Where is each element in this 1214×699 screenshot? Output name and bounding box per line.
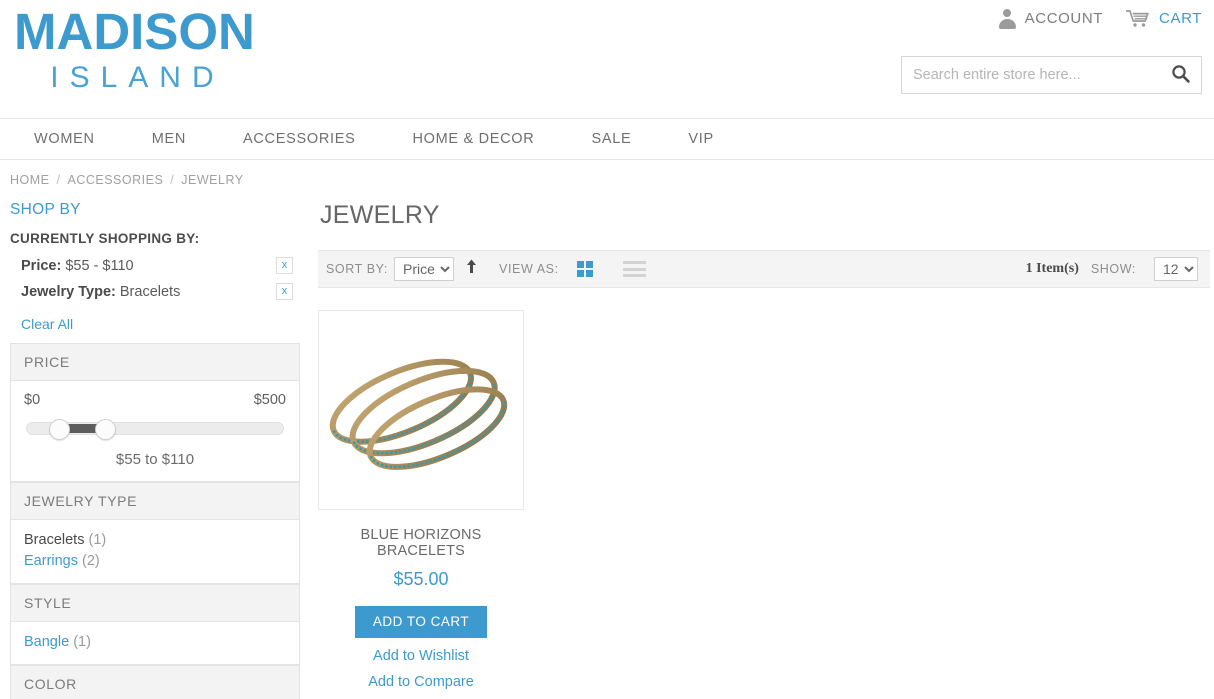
content-area: SHOP BY CURRENTLY SHOPPING BY: Price: $5… — [0, 187, 1214, 699]
arrow-up-icon — [466, 259, 477, 279]
active-filter-label: Jewelry Type: — [21, 283, 116, 300]
breadcrumb: HOME / ACCESSORIES / JEWELRY — [0, 160, 1214, 187]
filter-section-price-title: PRICE — [11, 344, 299, 381]
product-item: BLUE HORIZONS BRACELETS $55.00 ADD TO CA… — [318, 310, 524, 690]
search-icon — [1171, 64, 1190, 86]
filter-section-style-title: STYLE — [11, 585, 299, 622]
filter-section-style: STYLE Bangle (1) — [10, 584, 300, 665]
filter-option-link[interactable]: Earrings — [24, 553, 78, 569]
site-logo[interactable]: MADISON ISLAND — [14, 4, 255, 95]
nav-item-vip[interactable]: VIP — [688, 131, 713, 147]
filter-option-bracelets: Bracelets (1) — [24, 530, 286, 551]
account-link[interactable]: ACCOUNT — [998, 9, 1104, 29]
grid-view-icon[interactable] — [576, 261, 593, 277]
bracelets-illustration — [329, 358, 508, 470]
search-button[interactable] — [1159, 57, 1201, 93]
item-count: 1 Item(s) — [1025, 261, 1079, 276]
shopping-cart-icon — [1125, 9, 1151, 28]
active-filter-price: Price: $55 - $110 x — [10, 257, 300, 274]
filter-sidebar: SHOP BY CURRENTLY SHOPPING BY: Price: $5… — [0, 201, 300, 699]
breadcrumb-item-home[interactable]: HOME — [10, 173, 50, 187]
price-min-label: $0 — [24, 392, 41, 408]
product-name[interactable]: BLUE HORIZONS BRACELETS — [318, 527, 524, 559]
sort-by-label: SORT BY: — [326, 262, 389, 276]
cart-label: CART — [1159, 10, 1202, 27]
add-to-cart-button[interactable]: ADD TO CART — [354, 606, 488, 638]
price-selected-range-label: $55 to $110 — [115, 451, 195, 468]
logo-secondary-text: ISLAND — [50, 61, 225, 94]
currently-shopping-heading: CURRENTLY SHOPPING BY: — [10, 231, 200, 246]
nav-item-home-decor[interactable]: HOME & DECOR — [412, 131, 534, 147]
header-links: ACCOUNT CART — [998, 9, 1202, 29]
active-filter-text: Price: $55 - $110 — [21, 258, 134, 274]
list-view-icon[interactable] — [622, 261, 646, 277]
price-max-label: $500 — [253, 392, 286, 408]
site-header: MADISON ISLAND ACCOUNT CART — [0, 0, 1214, 118]
person-icon — [998, 9, 1017, 29]
cart-link[interactable]: CART — [1125, 9, 1202, 28]
sort-by-select[interactable]: Price — [394, 257, 455, 281]
product-listing: JEWELRY SORT BY: Price VIEW AS: 1 Item(s… — [300, 201, 1214, 699]
active-filter-label: Price: — [21, 257, 62, 274]
price-scale-labels: $0 $500 — [24, 392, 286, 408]
filter-section-jewelry-type-title: JEWELRY TYPE — [11, 483, 299, 520]
filter-option-earrings: Earrings (2) — [24, 551, 286, 572]
view-as-group: VIEW AS: — [499, 261, 646, 277]
search-input[interactable] — [902, 67, 1159, 83]
price-slider-min-handle[interactable] — [49, 419, 70, 440]
active-filter-value: Bracelets — [119, 283, 181, 300]
product-grid: BLUE HORIZONS BRACELETS $55.00 ADD TO CA… — [318, 310, 1210, 690]
product-price: $55.00 — [393, 569, 449, 589]
remove-jewelry-type-filter-button[interactable]: x — [276, 283, 293, 300]
listing-toolbar: SORT BY: Price VIEW AS: 1 Item(s) SHOW: … — [318, 250, 1210, 288]
logo-primary-text: MADISON — [14, 3, 255, 60]
nav-item-accessories[interactable]: ACCESSORIES — [243, 131, 355, 147]
sort-direction-button[interactable] — [466, 259, 477, 279]
breadcrumb-separator: / — [170, 173, 175, 187]
active-filter-value: $55 - $110 — [65, 257, 134, 274]
main-navigation: WOMEN MEN ACCESSORIES HOME & DECOR SALE … — [0, 118, 1214, 160]
active-filter-text: Jewelry Type: Bracelets — [21, 284, 180, 300]
shop-by-heading: SHOP BY — [10, 201, 81, 218]
filter-section-style-body: Bangle (1) — [11, 622, 299, 665]
breadcrumb-item-accessories[interactable]: ACCESSORIES — [67, 173, 163, 187]
search-bar — [901, 56, 1202, 94]
filter-section-color: COLOR — [10, 665, 300, 699]
page-root: MADISON ISLAND ACCOUNT CART Search entir… — [0, 0, 1214, 699]
filter-option-count: (1) — [88, 532, 107, 548]
filter-option-link[interactable]: Bangle — [24, 634, 69, 650]
breadcrumb-item-jewelry: JEWELRY — [181, 173, 244, 187]
filter-section-price: PRICE $0 $500 $55 to $110 — [10, 343, 300, 482]
add-to-wishlist-link[interactable]: Add to Wishlist — [318, 648, 524, 664]
nav-item-men[interactable]: MEN — [152, 131, 186, 147]
show-per-page-select[interactable]: 12 — [1154, 257, 1198, 281]
price-range-slider[interactable] — [26, 419, 284, 440]
filter-option-count: (2) — [82, 553, 100, 569]
active-filter-jewelry-type: Jewelry Type: Bracelets x — [10, 283, 300, 300]
add-to-compare-link[interactable]: Add to Compare — [318, 674, 524, 690]
filter-section-color-title: COLOR — [11, 666, 299, 699]
product-image[interactable] — [318, 310, 524, 510]
filter-section-jewelry-type-body: Bracelets (1) Earrings (2) — [11, 520, 299, 584]
view-as-label: VIEW AS: — [499, 262, 559, 276]
nav-item-women[interactable]: WOMEN — [34, 131, 95, 147]
account-label: ACCOUNT — [1024, 10, 1104, 27]
filter-option-count: (1) — [73, 634, 91, 650]
filter-option-bangle: Bangle (1) — [24, 632, 286, 653]
page-title: JEWELRY — [320, 201, 440, 229]
filter-option-label: Bracelets — [24, 532, 85, 548]
price-slider-max-handle[interactable] — [95, 419, 116, 440]
nav-item-sale[interactable]: SALE — [591, 131, 631, 147]
filter-section-price-body: $0 $500 $55 to $110 — [11, 381, 299, 482]
show-label: SHOW: — [1090, 262, 1136, 276]
breadcrumb-separator: / — [56, 173, 61, 187]
toolbar-right: 1 Item(s) SHOW: 12 — [1026, 257, 1198, 281]
filter-section-jewelry-type: JEWELRY TYPE Bracelets (1) Earrings (2) — [10, 482, 300, 584]
remove-price-filter-button[interactable]: x — [276, 257, 293, 274]
clear-all-filters-link[interactable]: Clear All — [21, 316, 73, 332]
